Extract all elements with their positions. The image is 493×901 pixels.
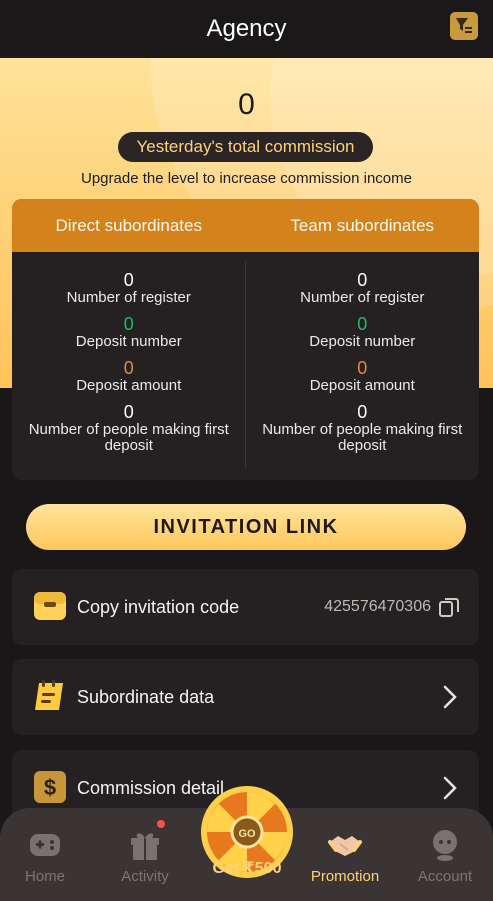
- stat-deposit-amount: 0 Deposit amount: [12, 358, 246, 394]
- stat-label: Number of register: [66, 289, 191, 306]
- stat-register: 0 Number of register: [246, 270, 480, 306]
- stat-value: 0: [123, 402, 134, 422]
- stat-label: Deposit amount: [309, 377, 415, 394]
- tab-home[interactable]: Home: [0, 828, 90, 885]
- commission-value: 0: [238, 88, 255, 121]
- stat-first-deposit: 0 Number of people making first deposit: [246, 402, 480, 454]
- direct-subordinates-title: Direct subordinates: [55, 215, 202, 235]
- invitation-link-button[interactable]: INVITATION LINK: [26, 504, 466, 550]
- stat-value: 0: [123, 270, 134, 290]
- filter-button[interactable]: [450, 12, 478, 40]
- stat-value: 0: [357, 402, 368, 422]
- stat-deposit-number: 0 Deposit number: [246, 314, 480, 350]
- filter-icon: [456, 18, 472, 33]
- stat-label: Number of people making first deposit: [262, 421, 463, 454]
- tab-label: Activity: [121, 868, 169, 885]
- subordinates-card: Direct subordinates Team subordinates 0 …: [12, 199, 479, 480]
- upgrade-text: Upgrade the level to increase commission…: [81, 170, 412, 187]
- inbox-icon: [34, 592, 66, 620]
- tab-activity[interactable]: Activity: [100, 828, 190, 885]
- team-subordinates-title: Team subordinates: [290, 215, 435, 235]
- app-header: Agency: [0, 0, 493, 58]
- wheel-label[interactable]: Get ₹500: [193, 858, 301, 878]
- row-label: Copy invitation code: [77, 596, 240, 617]
- stat-register: 0 Number of register: [12, 270, 246, 306]
- stat-deposit-amount: 0 Deposit amount: [246, 358, 480, 394]
- copy-icon[interactable]: [437, 595, 461, 619]
- subordinates-header: Direct subordinates Team subordinates: [12, 199, 479, 252]
- row-label: Subordinate data: [77, 686, 215, 707]
- tab-promotion[interactable]: Promotion: [300, 828, 390, 885]
- tab-label: Account: [417, 868, 473, 885]
- team-column: 0 Number of register 0 Deposit number 0 …: [246, 252, 480, 480]
- stat-value: 0: [357, 270, 368, 290]
- tab-account[interactable]: Account: [400, 828, 490, 885]
- gift-icon: [131, 833, 159, 860]
- stat-label: Number of people making first deposit: [28, 421, 229, 454]
- column-divider: [245, 262, 246, 468]
- gamepad-icon: [30, 834, 60, 856]
- chevron-right-icon: [443, 685, 457, 709]
- stat-value: 0: [357, 314, 368, 334]
- stat-value: 0: [123, 314, 134, 334]
- tab-label: Home: [24, 868, 65, 885]
- notepad-icon: [35, 680, 63, 710]
- tab-label: Promotion: [310, 868, 380, 885]
- page-title: Agency: [206, 15, 287, 42]
- copy-invitation-code-row[interactable]: Copy invitation code 425576470306: [12, 569, 479, 645]
- svg-text:$: $: [44, 775, 56, 800]
- stat-label: Deposit number: [75, 333, 182, 350]
- account-icon: [433, 830, 457, 861]
- stat-label: Number of register: [300, 289, 425, 306]
- stat-value: 0: [357, 358, 368, 378]
- subordinate-data-row[interactable]: Subordinate data: [12, 659, 479, 735]
- wheel-go-label: GO: [238, 828, 256, 840]
- invitation-code-value: 425576470306: [324, 598, 431, 615]
- notification-dot: [157, 820, 165, 828]
- stat-deposit-number: 0 Deposit number: [12, 314, 246, 350]
- stat-label: Deposit number: [309, 333, 416, 350]
- stat-label: Deposit amount: [76, 377, 182, 394]
- direct-column: 0 Number of register 0 Deposit number 0 …: [12, 252, 246, 480]
- stat-value: 0: [123, 358, 134, 378]
- commission-label: Yesterday's total commission: [118, 132, 373, 162]
- handshake-icon: [328, 836, 362, 856]
- dollar-icon: $: [34, 771, 66, 803]
- chevron-right-icon: [443, 776, 457, 800]
- stat-first-deposit: 0 Number of people making first deposit: [12, 402, 246, 454]
